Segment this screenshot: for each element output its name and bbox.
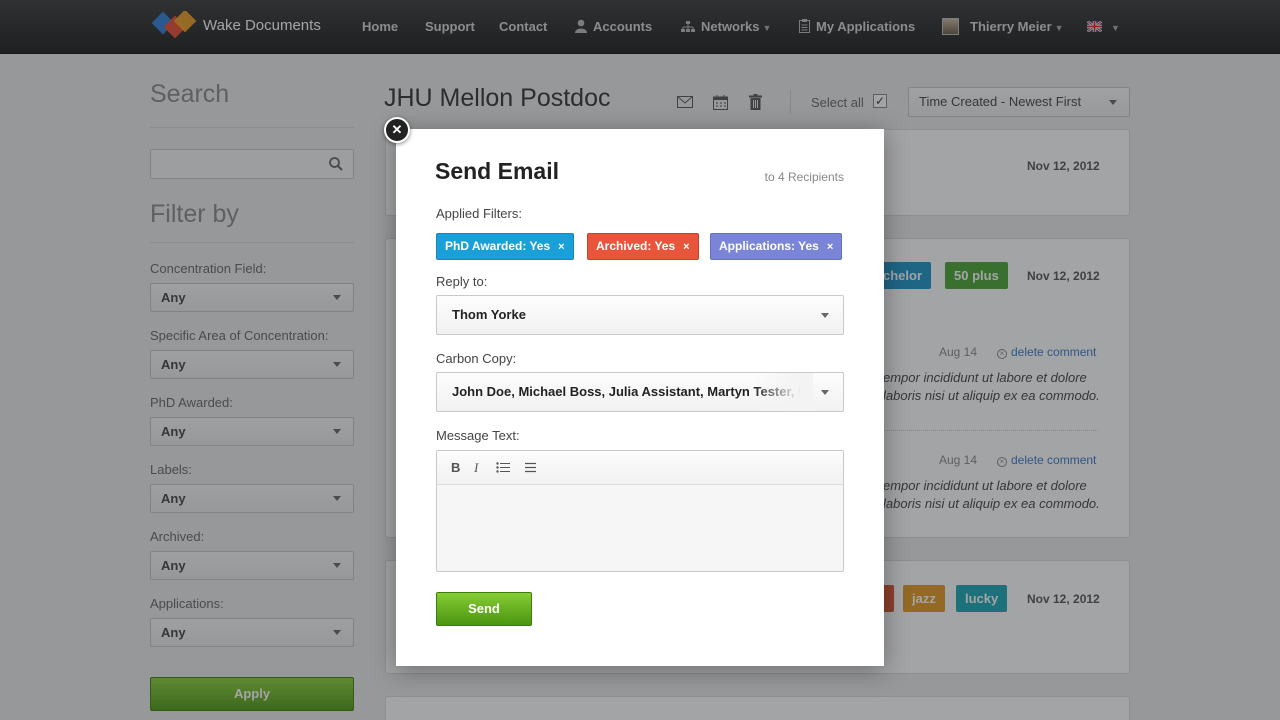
applied-filters-label: Applied Filters:: [436, 206, 522, 221]
close-icon[interactable]: ×: [558, 241, 564, 253]
numbered-list-icon[interactable]: [525, 462, 536, 473]
reply-to-select[interactable]: Thom Yorke: [436, 295, 844, 335]
filter-chip: Archived: Yes ×: [587, 233, 699, 260]
carbon-copy-select[interactable]: John Doe, Michael Boss, Julia Assistant,…: [436, 372, 844, 412]
message-editor[interactable]: B I: [436, 450, 844, 572]
filter-chip-label: PhD Awarded: Yes: [445, 239, 551, 253]
fade-overlay: [753, 373, 813, 411]
filter-chip: Applications: Yes ×: [710, 233, 843, 260]
close-icon[interactable]: ✕: [384, 117, 410, 143]
recipient-count: to 4 Recipients: [764, 170, 844, 184]
reply-to-label: Reply to:: [436, 274, 488, 289]
send-email-modal: Send Email to 4 Recipients Applied Filte…: [396, 129, 884, 666]
close-icon[interactable]: ×: [827, 241, 833, 253]
bold-button[interactable]: B: [451, 460, 460, 475]
italic-button[interactable]: I: [474, 460, 478, 476]
modal-title: Send Email: [435, 158, 559, 184]
carbon-copy-label: Carbon Copy:: [436, 351, 517, 366]
bulleted-list-icon[interactable]: [496, 462, 510, 473]
send-button[interactable]: Send: [436, 592, 532, 626]
editor-toolbar: B I: [437, 451, 843, 485]
filter-chip-label: Applications: Yes: [719, 239, 819, 253]
dropdown-arrow-icon: [821, 390, 829, 395]
reply-to-value: Thom Yorke: [452, 307, 526, 322]
filter-chip-label: Archived: Yes: [596, 239, 676, 253]
close-icon[interactable]: ×: [683, 241, 689, 253]
message-text-label: Message Text:: [436, 428, 520, 443]
dropdown-arrow-icon: [821, 313, 829, 318]
filter-chip: PhD Awarded: Yes ×: [436, 233, 574, 260]
